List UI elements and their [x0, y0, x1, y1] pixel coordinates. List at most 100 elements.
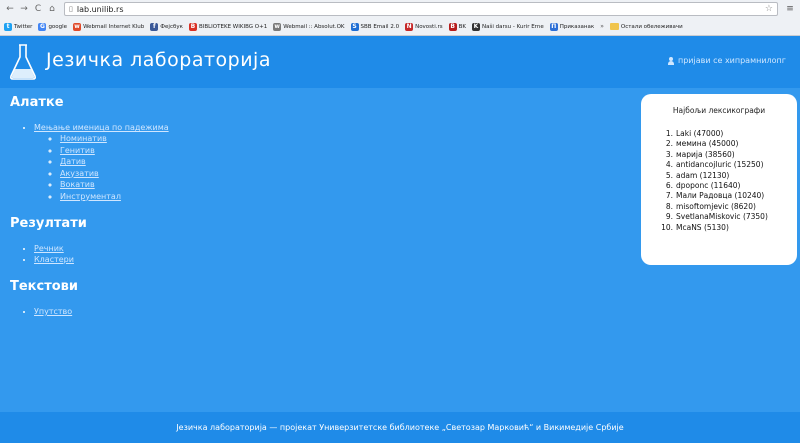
lexicographer-name: марија (38560) — [676, 149, 735, 159]
rank-number: 3. — [665, 149, 673, 159]
folder-icon — [609, 23, 619, 30]
main-content: АлаткеМењање именица по падежимаНоминати… — [10, 95, 620, 317]
bookmark-label: Twitter — [14, 23, 33, 30]
address-bar[interactable]: ▯ lab.unilib.rs ☆ — [64, 2, 778, 16]
bookmarks-bar: t Twitter Ggoogle w Webmail Internet Klub f Фе… — [0, 18, 800, 35]
bookmark-label: google — [48, 23, 68, 30]
nav-link[interactable]: Речник — [34, 244, 64, 253]
bookmark-favicon-icon: S — [350, 22, 359, 31]
bookmark-label: BIBLIOTEKE WIKIBG O+1 — [198, 23, 268, 30]
case-link[interactable]: Акузатив — [60, 169, 99, 178]
bookmark-item[interactable]: Ggoogle — [38, 22, 68, 31]
sub-list: Номинатив Генитив Датив Акузатив Вокатив Инст… — [60, 133, 620, 202]
rank-number: 2. — [665, 139, 673, 149]
home-icon[interactable]: ⌂ — [46, 4, 58, 14]
lexicographer-entry: 1. Laki (47000) — [661, 129, 797, 139]
more-bookmarks-icon[interactable]: » — [600, 23, 604, 30]
sub-list-item: Вокатив — [60, 179, 620, 191]
lexicographer-entry: 4. antidancojluric (15250) — [661, 160, 797, 170]
bookmark-item[interactable]: t Twitter — [4, 22, 33, 31]
section-list: Мењање именица по падежима Номинатив Генит… — [34, 122, 620, 202]
address-text: lab.unilib.rs — [76, 4, 124, 14]
bookmark-item[interactable]: B BK — [448, 22, 466, 31]
flask-logo-icon[interactable] — [8, 42, 38, 82]
forward-icon[interactable]: → — [18, 4, 30, 14]
section-title: Алатке — [10, 95, 64, 110]
login-link[interactable]: пријави се хипрамнилопг — [667, 56, 786, 65]
bookmark-label: Фејсбук — [160, 23, 183, 30]
site-title[interactable]: Језичка лабораторија — [46, 49, 271, 71]
bookmark-favicon-icon: f — [150, 22, 159, 31]
lexicographer-name: SvetlanaMiskovic (7350) — [676, 212, 768, 222]
bookmark-item[interactable]: B BIBLIOTEKE WIKIBG O+1 — [188, 22, 268, 31]
nav-link[interactable]: Упутство — [34, 307, 72, 316]
bookmark-favicon-icon: B — [188, 22, 197, 31]
bookmark-label: Webmail :: Absolut.OK — [283, 23, 345, 30]
bookmark-favicon-icon: t — [4, 22, 12, 31]
login-label: пријави се хипрамнилопг — [677, 56, 786, 65]
bookmark-favicon-icon: N — [405, 22, 414, 31]
footer-text: Језичка лабораторија — пројекат Универзи… — [176, 423, 624, 432]
lexicographer-name: dpoponc (11640) — [676, 181, 741, 191]
list-item: Кластери — [34, 254, 620, 265]
bookmark-label: SBB Email 2.0 — [360, 23, 400, 30]
rank-number: 7. — [665, 191, 673, 201]
back-icon[interactable]: ← — [4, 4, 16, 14]
lexicographer-entry: 3. марија (38560) — [661, 150, 797, 160]
lexicographer-entry: 10. McaNS (5130) — [661, 223, 797, 233]
other-bookmarks-label: Остали обележивачи — [620, 23, 683, 30]
case-link[interactable]: Номинатив — [60, 134, 107, 143]
case-link[interactable]: Инструментал — [60, 192, 121, 201]
bookmark-star-icon[interactable]: ☆ — [765, 4, 773, 14]
bookmark-item[interactable]: w Webmail :: Absolut.OK — [273, 22, 345, 31]
bookmark-favicon-icon: w — [73, 22, 82, 31]
case-link[interactable]: Датив — [60, 157, 86, 166]
top-lexicographers-card: Најбољи лексикографи 1. Laki (47000) 2. мем… — [641, 94, 797, 265]
case-link[interactable]: Вокатив — [60, 180, 95, 189]
sub-list-item: Акузатив — [60, 168, 620, 180]
sub-list-item: Номинатив — [60, 133, 620, 145]
browser-nav-row: ← → C ⌂ ▯ lab.unilib.rs ☆ ≡ — [0, 0, 800, 18]
bookmark-label: Приказанак — [559, 23, 595, 30]
sub-list-item: Инструментал — [60, 191, 620, 203]
rank-number: 4. — [665, 160, 673, 170]
other-bookmarks-folder[interactable]: Остали обележивачи — [609, 23, 683, 30]
bookmark-favicon-icon: K — [472, 22, 480, 31]
section-list: Речник Кластери — [34, 243, 620, 265]
sub-list-item: Генитив — [60, 145, 620, 157]
lexicographer-name: McaNS (5130) — [676, 222, 729, 232]
list-item: Мењање именица по падежима Номинатив Генит… — [34, 122, 620, 202]
bookmark-item[interactable]: N Novosti.rs — [405, 22, 443, 31]
top-lexicographers-list: 1. Laki (47000) 2. мемина (45000) 3. марија (… — [641, 129, 797, 233]
rank-number: 10. — [661, 222, 673, 232]
lexicographer-entry: 6. dpoponc (11640) — [661, 181, 797, 191]
rank-number: 6. — [665, 181, 673, 191]
bookmark-label: Naši darsu - Kurir Erne — [482, 23, 544, 30]
user-icon — [667, 56, 674, 65]
bookmark-item[interactable]: w Webmail Internet Klub — [73, 22, 145, 31]
lexicographer-entry: 9. SvetlanaMiskovic (7350) — [661, 212, 797, 222]
bookmark-label: Webmail Internet Klub — [83, 23, 145, 30]
section-list: Упутство — [34, 306, 620, 317]
bookmark-item[interactable]: f Фејсбук — [150, 22, 183, 31]
bookmark-label: BK — [458, 23, 466, 30]
page-icon: ▯ — [69, 5, 73, 13]
site-header: Језичка лабораторија пријави се хипрамни… — [0, 36, 800, 88]
lexicographer-name: Laki (47000) — [676, 129, 724, 138]
bookmark-item[interactable]: K Naši darsu - Kurir Erne — [472, 22, 544, 31]
nav-link[interactable]: Кластери — [34, 255, 74, 264]
nav-link[interactable]: Мењање именица по падежима — [34, 123, 169, 132]
case-link[interactable]: Генитив — [60, 146, 95, 155]
sub-list-item: Датив — [60, 156, 620, 168]
section-title: Резултати — [10, 216, 87, 231]
rank-number: 9. — [665, 212, 673, 222]
reload-icon[interactable]: C — [32, 4, 44, 14]
browser-menu-icon[interactable]: ≡ — [784, 4, 796, 14]
bookmark-item[interactable]: S SBB Email 2.0 — [350, 22, 400, 31]
browser-chrome: ← → C ⌂ ▯ lab.unilib.rs ☆ ≡ t Twitter Ggoo… — [0, 0, 800, 36]
bookmark-item[interactable]: П Приказанак — [549, 22, 595, 31]
rank-number: 1. — [665, 129, 673, 138]
lexicographer-name: misoftomjevic (8620) — [676, 201, 756, 211]
lexicographer-entry: 8. misoftomjevic (8620) — [661, 202, 797, 212]
list-item: Упутство — [34, 306, 620, 317]
